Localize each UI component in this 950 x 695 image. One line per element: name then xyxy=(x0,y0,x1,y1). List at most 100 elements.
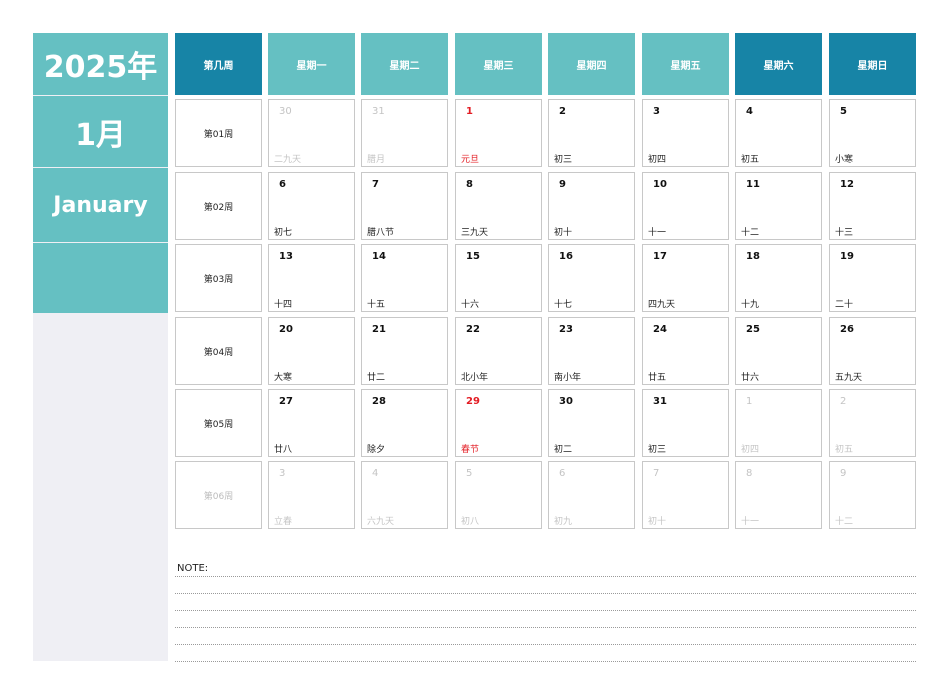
note-line xyxy=(175,576,916,577)
note-line xyxy=(175,644,916,645)
day-number: 9 xyxy=(559,179,566,190)
day-number: 7 xyxy=(653,468,660,479)
day-cell[interactable]: 26 五九天 xyxy=(829,317,916,385)
lunar-date-label: 十一 xyxy=(648,228,667,238)
day-number: 2 xyxy=(840,396,847,407)
day-cell[interactable]: 9 十二 xyxy=(829,461,916,529)
day-cell[interactable]: 6 初九 xyxy=(548,461,635,529)
lunar-date-label: 初五 xyxy=(835,445,854,455)
day-cell[interactable]: 18 十九 xyxy=(735,244,822,312)
lunar-date-label: 十九 xyxy=(741,300,760,310)
day-cell[interactable]: 27 廿八 xyxy=(268,389,355,457)
day-number: 8 xyxy=(746,468,753,479)
lunar-date-label: 初三 xyxy=(554,155,573,165)
day-cell[interactable]: 11 十二 xyxy=(735,172,822,240)
day-cell[interactable]: 12 十三 xyxy=(829,172,916,240)
day-number: 22 xyxy=(466,324,480,335)
day-number: 3 xyxy=(653,106,660,117)
day-cell[interactable]: 2 初五 xyxy=(829,389,916,457)
day-cell[interactable]: 10 十一 xyxy=(642,172,729,240)
day-cell[interactable]: 22 北小年 xyxy=(455,317,542,385)
day-cell[interactable]: 23 南小年 xyxy=(548,317,635,385)
day-cell[interactable]: 8 十一 xyxy=(735,461,822,529)
day-cell[interactable]: 7 初十 xyxy=(642,461,729,529)
day-cell[interactable]: 3 初四 xyxy=(642,99,729,167)
lunar-date-label: 初四 xyxy=(741,445,760,455)
day-cell[interactable]: 5 小寒 xyxy=(829,99,916,167)
day-cell[interactable]: 1 初四 xyxy=(735,389,822,457)
lunar-date-label: 十四 xyxy=(274,300,293,310)
day-cell[interactable]: 30 二九天 xyxy=(268,99,355,167)
day-cell[interactable]: 5 初八 xyxy=(455,461,542,529)
day-number: 1 xyxy=(746,396,753,407)
day-cell[interactable]: 25 廿六 xyxy=(735,317,822,385)
day-cell[interactable]: 15 十六 xyxy=(455,244,542,312)
day-number: 5 xyxy=(840,106,847,117)
day-number: 4 xyxy=(746,106,753,117)
day-cell[interactable]: 9 初十 xyxy=(548,172,635,240)
lunar-date-label: 初十 xyxy=(554,228,573,238)
lunar-date-label: 廿六 xyxy=(741,373,760,383)
lunar-date-label: 十五 xyxy=(367,300,386,310)
day-cell[interactable]: 2 初三 xyxy=(548,99,635,167)
day-number: 26 xyxy=(840,324,854,335)
day-cell[interactable]: 3 立春 xyxy=(268,461,355,529)
day-number: 2 xyxy=(559,106,566,117)
day-number: 29 xyxy=(466,396,480,407)
day-cell[interactable]: 19 二十 xyxy=(829,244,916,312)
day-cell[interactable]: 14 十五 xyxy=(361,244,448,312)
day-cell[interactable]: 28 除夕 xyxy=(361,389,448,457)
lunar-date-label: 二九天 xyxy=(274,155,302,165)
lunar-date-label: 四九天 xyxy=(648,300,676,310)
header-friday: 星期五 xyxy=(642,33,729,95)
day-number: 9 xyxy=(840,468,847,479)
day-cell[interactable]: 31 初三 xyxy=(642,389,729,457)
day-number: 31 xyxy=(372,106,385,117)
week-number-cell: 第06周 xyxy=(175,461,262,529)
header-sunday: 星期日 xyxy=(829,33,916,95)
day-cell[interactable]: 17 四九天 xyxy=(642,244,729,312)
lunar-date-label: 小寒 xyxy=(835,155,854,165)
day-cell[interactable]: 4 初五 xyxy=(735,99,822,167)
day-number: 27 xyxy=(279,396,293,407)
lunar-date-label: 初十 xyxy=(648,517,667,527)
day-cell[interactable]: 16 十七 xyxy=(548,244,635,312)
day-cell[interactable]: 24 廿五 xyxy=(642,317,729,385)
day-cell[interactable]: 1 元旦 xyxy=(455,99,542,167)
lunar-date-label: 大寒 xyxy=(274,373,293,383)
day-number: 17 xyxy=(653,251,667,262)
lunar-date-label: 初三 xyxy=(648,445,667,455)
lunar-date-label: 南小年 xyxy=(554,373,582,383)
month-english-title: January xyxy=(33,168,168,242)
sidebar: 2025年 1月 January xyxy=(33,33,168,661)
day-cell[interactable]: 20 大寒 xyxy=(268,317,355,385)
day-number: 24 xyxy=(653,324,667,335)
lunar-date-label: 腊八节 xyxy=(367,228,395,238)
lunar-date-label: 除夕 xyxy=(367,445,386,455)
lunar-date-label: 五九天 xyxy=(835,373,863,383)
year-title: 2025年 xyxy=(33,33,168,95)
week-number-cell: 第02周 xyxy=(175,172,262,240)
day-cell[interactable]: 30 初二 xyxy=(548,389,635,457)
day-cell[interactable]: 4 六九天 xyxy=(361,461,448,529)
day-cell[interactable]: 6 初七 xyxy=(268,172,355,240)
day-cell[interactable]: 31 腊月 xyxy=(361,99,448,167)
day-cell[interactable]: 21 廿二 xyxy=(361,317,448,385)
day-cell[interactable]: 7 腊八节 xyxy=(361,172,448,240)
lunar-date-label: 初七 xyxy=(274,228,293,238)
day-number: 25 xyxy=(746,324,760,335)
day-cell[interactable]: 8 三九天 xyxy=(455,172,542,240)
lunar-date-label: 初四 xyxy=(648,155,667,165)
day-number: 13 xyxy=(279,251,293,262)
header-week-number: 第几周 xyxy=(175,33,262,95)
day-number: 23 xyxy=(559,324,573,335)
day-cell[interactable]: 13 十四 xyxy=(268,244,355,312)
day-cell[interactable]: 29 春节 xyxy=(455,389,542,457)
day-number: 19 xyxy=(840,251,854,262)
day-number: 12 xyxy=(840,179,854,190)
day-number: 30 xyxy=(559,396,573,407)
lunar-date-label: 初九 xyxy=(554,517,573,527)
day-number: 4 xyxy=(372,468,379,479)
day-number: 28 xyxy=(372,396,386,407)
note-line xyxy=(175,627,916,628)
